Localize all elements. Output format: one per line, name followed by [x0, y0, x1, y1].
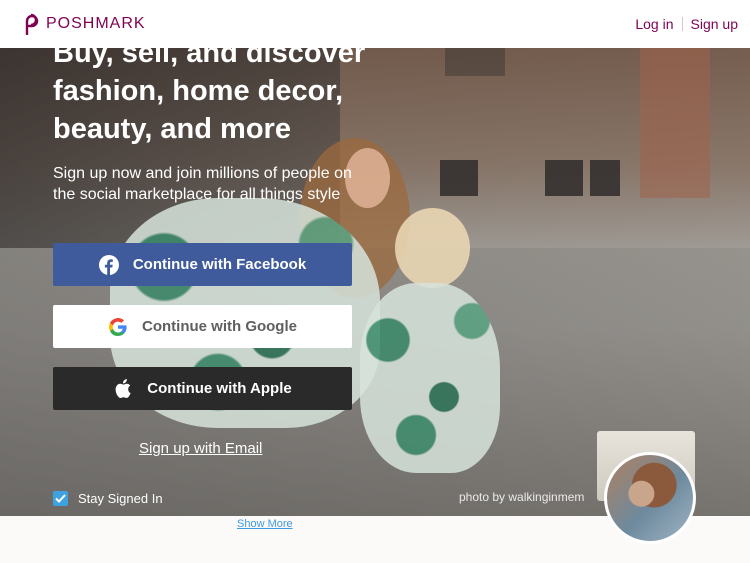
brand-name: POSHMARK — [46, 15, 146, 32]
hero-section: Buy, sell, and discover fashion, home de… — [0, 48, 750, 516]
login-link[interactable]: Log in — [635, 16, 673, 32]
google-button-label: Continue with Google — [142, 318, 297, 335]
auth-links: Log in Sign up — [635, 16, 738, 32]
continue-with-google-button[interactable]: Continue with Google — [53, 305, 352, 348]
avatar[interactable] — [604, 452, 696, 544]
facebook-button-label: Continue with Facebook — [132, 256, 307, 273]
hero-headline: Buy, sell, and discover fashion, home de… — [53, 48, 383, 148]
continue-with-apple-button[interactable]: Continue with Apple — [53, 367, 352, 410]
signup-link[interactable]: Sign up — [691, 16, 738, 32]
child-dress — [360, 283, 500, 473]
stay-signed-in[interactable]: Stay Signed In — [53, 491, 163, 506]
show-more-link[interactable]: Show More — [237, 518, 293, 530]
hero-subhead: Sign up now and join millions of people … — [53, 165, 352, 203]
apple-icon — [113, 379, 133, 399]
sign-up-with-email-link[interactable]: Sign up with Email — [139, 440, 262, 457]
background-window — [445, 48, 505, 76]
background-window — [545, 160, 583, 196]
background-window — [440, 160, 478, 196]
photo-credit: photo by walkinginmem — [459, 490, 585, 504]
background-brick-column — [640, 48, 710, 198]
stay-signed-in-label: Stay Signed In — [78, 491, 163, 506]
auth-divider — [681, 17, 683, 31]
google-icon — [108, 317, 128, 337]
poshmark-logo[interactable]: POSHMARK — [22, 13, 146, 35]
poshmark-logo-icon — [25, 13, 39, 35]
child-hair — [395, 208, 470, 288]
headline-line: fashion, home decor, — [53, 75, 344, 107]
continue-with-facebook-button[interactable]: Continue with Facebook — [53, 243, 352, 286]
stay-signed-in-checkbox[interactable] — [53, 491, 68, 506]
top-bar: POSHMARK Log in Sign up — [0, 0, 750, 48]
headline-line: beauty, and more — [53, 113, 291, 145]
apple-button-label: Continue with Apple — [147, 380, 292, 397]
check-icon — [55, 494, 66, 503]
headline-line: Buy, sell, and discover — [53, 48, 366, 69]
background-window — [590, 160, 620, 196]
facebook-icon — [98, 254, 119, 275]
